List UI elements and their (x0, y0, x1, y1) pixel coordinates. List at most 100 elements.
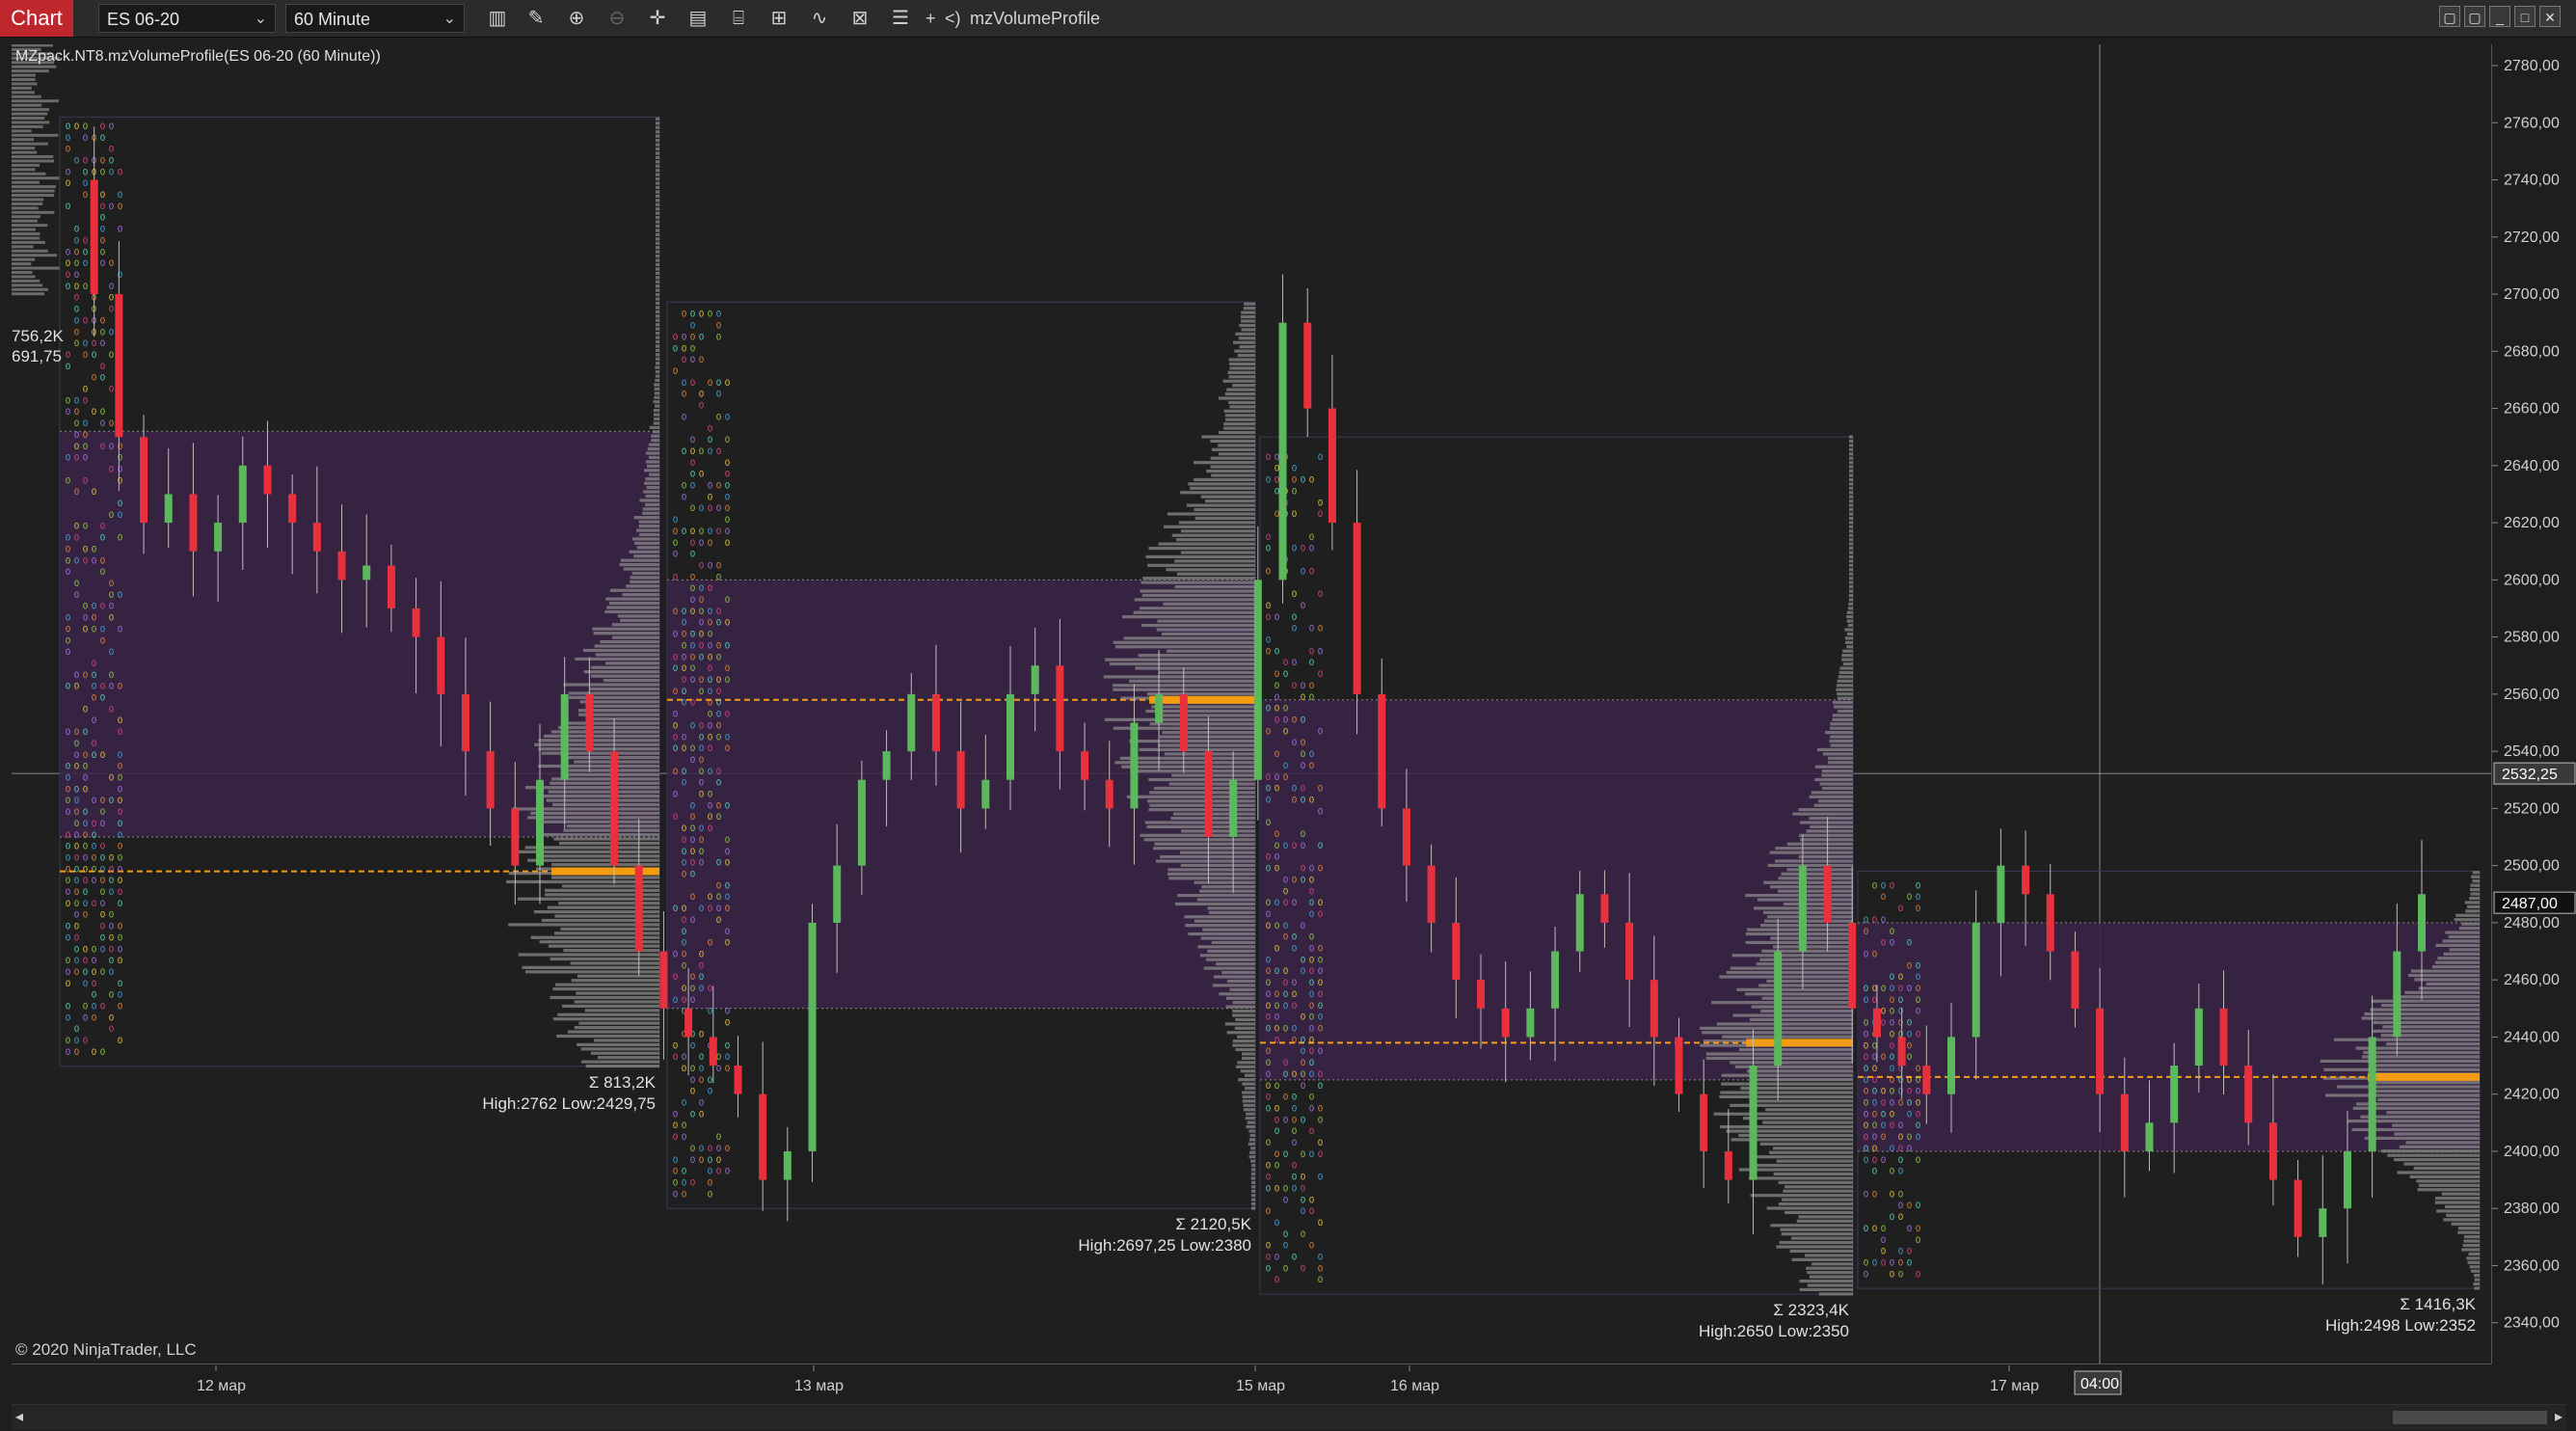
maximize-icon[interactable]: □ (2514, 6, 2536, 27)
bar-style-icon[interactable]: ▥ (484, 6, 511, 31)
profile-bar (653, 421, 659, 425)
tpo-letter: 0 (699, 310, 704, 319)
zoom-out-icon[interactable]: ⊖ (604, 6, 631, 31)
profile-bar (1849, 461, 1853, 465)
tpo-letter: 0 (1301, 601, 1305, 610)
scroll-right-icon[interactable]: ▸ (2551, 1405, 2566, 1430)
profile-bar (1849, 486, 1853, 490)
indicators-icon[interactable]: ⊠ (846, 6, 873, 31)
left-profile-bar (12, 198, 44, 202)
chart-plot-area[interactable]: 0000000000000000000000000000000000000000… (12, 35, 2492, 1364)
tpo-letter: 0 (1266, 1263, 1271, 1273)
tpo-letter: 0 (100, 155, 105, 165)
tpo-letter: 0 (725, 835, 730, 845)
tpo-letter: 0 (92, 899, 96, 908)
crosshair-icon[interactable]: ✛ (644, 6, 671, 31)
chart-tab[interactable]: Chart (0, 0, 73, 37)
tpo-letter: 0 (690, 1144, 695, 1153)
tpo-letter: 0 (699, 835, 704, 845)
tpo-letter: 0 (673, 630, 678, 639)
chart-canvas[interactable]: 0000000000000000000000000000000000000000… (12, 35, 2491, 1364)
profile-bar (1731, 954, 1853, 958)
profile-bar (1786, 868, 1853, 872)
strategy-icon[interactable]: ∿ (806, 6, 833, 31)
profile-bar (1821, 770, 1853, 773)
instrument-select[interactable]: ES 06-20 ⌄ (98, 4, 276, 33)
tpo-letter: 0 (699, 538, 704, 548)
profile-bar (1849, 516, 1853, 521)
scroll-left-icon[interactable]: ◂ (12, 1405, 27, 1430)
draw-pencil-icon[interactable]: ✎ (523, 6, 550, 31)
list-icon[interactable]: ☰ (887, 6, 914, 31)
profile-bar (1149, 803, 1255, 807)
tpo-letter: 0 (725, 1007, 730, 1016)
tpo-letter: 0 (1283, 898, 1288, 907)
tpo-letter: 0 (1916, 1269, 1920, 1279)
tpo-letter: 0 (1309, 1126, 1314, 1136)
tpo-letter: 0 (673, 904, 678, 913)
profile-bar (1249, 1150, 1255, 1154)
profile-bar (1105, 658, 1255, 662)
data-box-icon[interactable]: ⊞ (765, 6, 792, 31)
profile-bar (1202, 928, 1255, 932)
scroll-thumb[interactable] (2393, 1411, 2547, 1424)
profile-bar (1160, 854, 1255, 859)
crosshair-time-text: 04:00 (2080, 1376, 2119, 1392)
tpo-letter: 0 (109, 122, 114, 131)
tpo-letter: 0 (725, 847, 730, 856)
templates-icon[interactable]: ⌸ (725, 6, 752, 31)
tpo-letter: 0 (1898, 1007, 1903, 1016)
zoom-in-icon[interactable]: ⊕ (563, 6, 590, 31)
profile-bar (2394, 1132, 2480, 1136)
tpo-letter: 0 (699, 1144, 704, 1153)
tpo-letter: 0 (1318, 624, 1323, 634)
tpo-letter: 0 (66, 864, 70, 874)
tpo-letter: 0 (1292, 1093, 1297, 1102)
tpo-letter: 0 (682, 960, 686, 970)
time-axis[interactable]: 12 мар 13 мар 15 мар 16 мар 17 мар 04:00 (12, 1365, 2491, 1402)
profile-bar (1218, 430, 1255, 435)
tpo-letter: 0 (1266, 818, 1271, 827)
restore-icon[interactable]: ▢ (2464, 6, 2485, 27)
tpo-letter: 0 (1890, 984, 1894, 993)
profile-bar (1783, 902, 1853, 906)
tpo-letter: 0 (673, 332, 678, 341)
tpo-letter: 0 (83, 762, 88, 771)
profile-bar (1791, 1257, 1853, 1261)
profile-bar (648, 455, 659, 460)
tile-icon[interactable]: ▢ (2439, 6, 2460, 27)
left-profile-bar (12, 43, 53, 47)
profile-bar (1769, 850, 1853, 854)
profile-bar (656, 224, 659, 229)
close-icon[interactable]: ✕ (2539, 6, 2561, 27)
tpo-letter: 0 (673, 1040, 678, 1050)
properties-icon[interactable]: ▤ (684, 6, 711, 31)
profile-bar (1156, 859, 1255, 863)
profile-bar (1176, 538, 1255, 542)
tpo-letter: 0 (1292, 589, 1297, 599)
candle-body (437, 636, 445, 694)
tpo-letter: 0 (100, 133, 105, 143)
horizontal-scrollbar[interactable]: ◂ ▸ (12, 1404, 2566, 1430)
tpo-letter: 0 (66, 876, 70, 885)
interval-select[interactable]: 60 Minute ⌄ (285, 4, 465, 33)
tpo-letter: 0 (118, 590, 122, 600)
tpo-letter: 0 (1309, 1001, 1314, 1011)
add-tab-button[interactable]: + (926, 6, 936, 31)
profile-bar (656, 262, 659, 267)
minimize-icon[interactable]: _ (2489, 6, 2510, 27)
tpo-letter: 0 (673, 812, 678, 822)
tpo-letter: 0 (100, 213, 105, 223)
profile-sum-label: Σ 2323,4K (1773, 1301, 1849, 1319)
tpo-letter: 0 (708, 984, 712, 993)
price-axis[interactable]: 2780,00 2760,00 2740,00 2720,00 2700,00 2680,… (2492, 44, 2576, 1364)
profile-bar (2380, 1149, 2480, 1153)
tpo-letter: 0 (1916, 1235, 1920, 1245)
tpo-letter: 0 (682, 1098, 686, 1108)
back-button[interactable]: <) (945, 6, 961, 31)
tpo-letter: 0 (673, 538, 678, 548)
profile-bar (1837, 692, 1853, 696)
profile-bar (1849, 542, 1853, 546)
candle-body (1130, 722, 1139, 809)
tpo-letter: 0 (1283, 921, 1288, 931)
